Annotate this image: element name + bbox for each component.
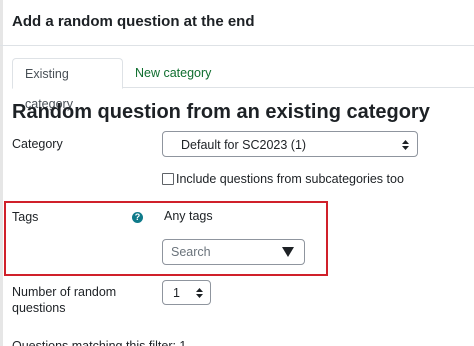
category-label: Category (12, 137, 63, 151)
tags-search-input[interactable] (171, 244, 281, 260)
category-select-value: Default for SC2023 (1) (181, 138, 307, 152)
random-count-value: 1 (173, 286, 180, 300)
select-updown-icon (196, 288, 203, 298)
tags-value: Any tags (164, 209, 213, 223)
category-tabs: Existing category New category (12, 58, 474, 111)
tab-existing-category[interactable]: Existing category (12, 58, 123, 111)
triangle-down-icon[interactable] (282, 247, 294, 257)
tab-new-category[interactable]: New category (123, 58, 223, 89)
dialog-header: Add a random question at the end (0, 0, 474, 46)
tags-label: Tags (12, 210, 39, 224)
select-updown-icon (402, 140, 409, 150)
modal-dialog: Add a random question at the end Existin… (0, 0, 474, 346)
help-icon[interactable]: ? (132, 212, 143, 223)
include-subcategories-checkbox[interactable] (162, 173, 174, 185)
category-select[interactable]: Default for SC2023 (1) (162, 131, 418, 157)
matching-questions-text: Questions matching this filter: 1 (12, 339, 187, 346)
random-count-select[interactable]: 1 (162, 280, 211, 305)
include-subcategories-label: Include questions from subcategories too (176, 172, 404, 186)
dialog-title: Add a random question at the end (12, 13, 255, 30)
section-title: Random question from an existing categor… (12, 101, 430, 123)
left-border (0, 0, 3, 346)
random-count-label-line2: questions (12, 301, 66, 315)
tags-search-box[interactable] (162, 239, 305, 265)
